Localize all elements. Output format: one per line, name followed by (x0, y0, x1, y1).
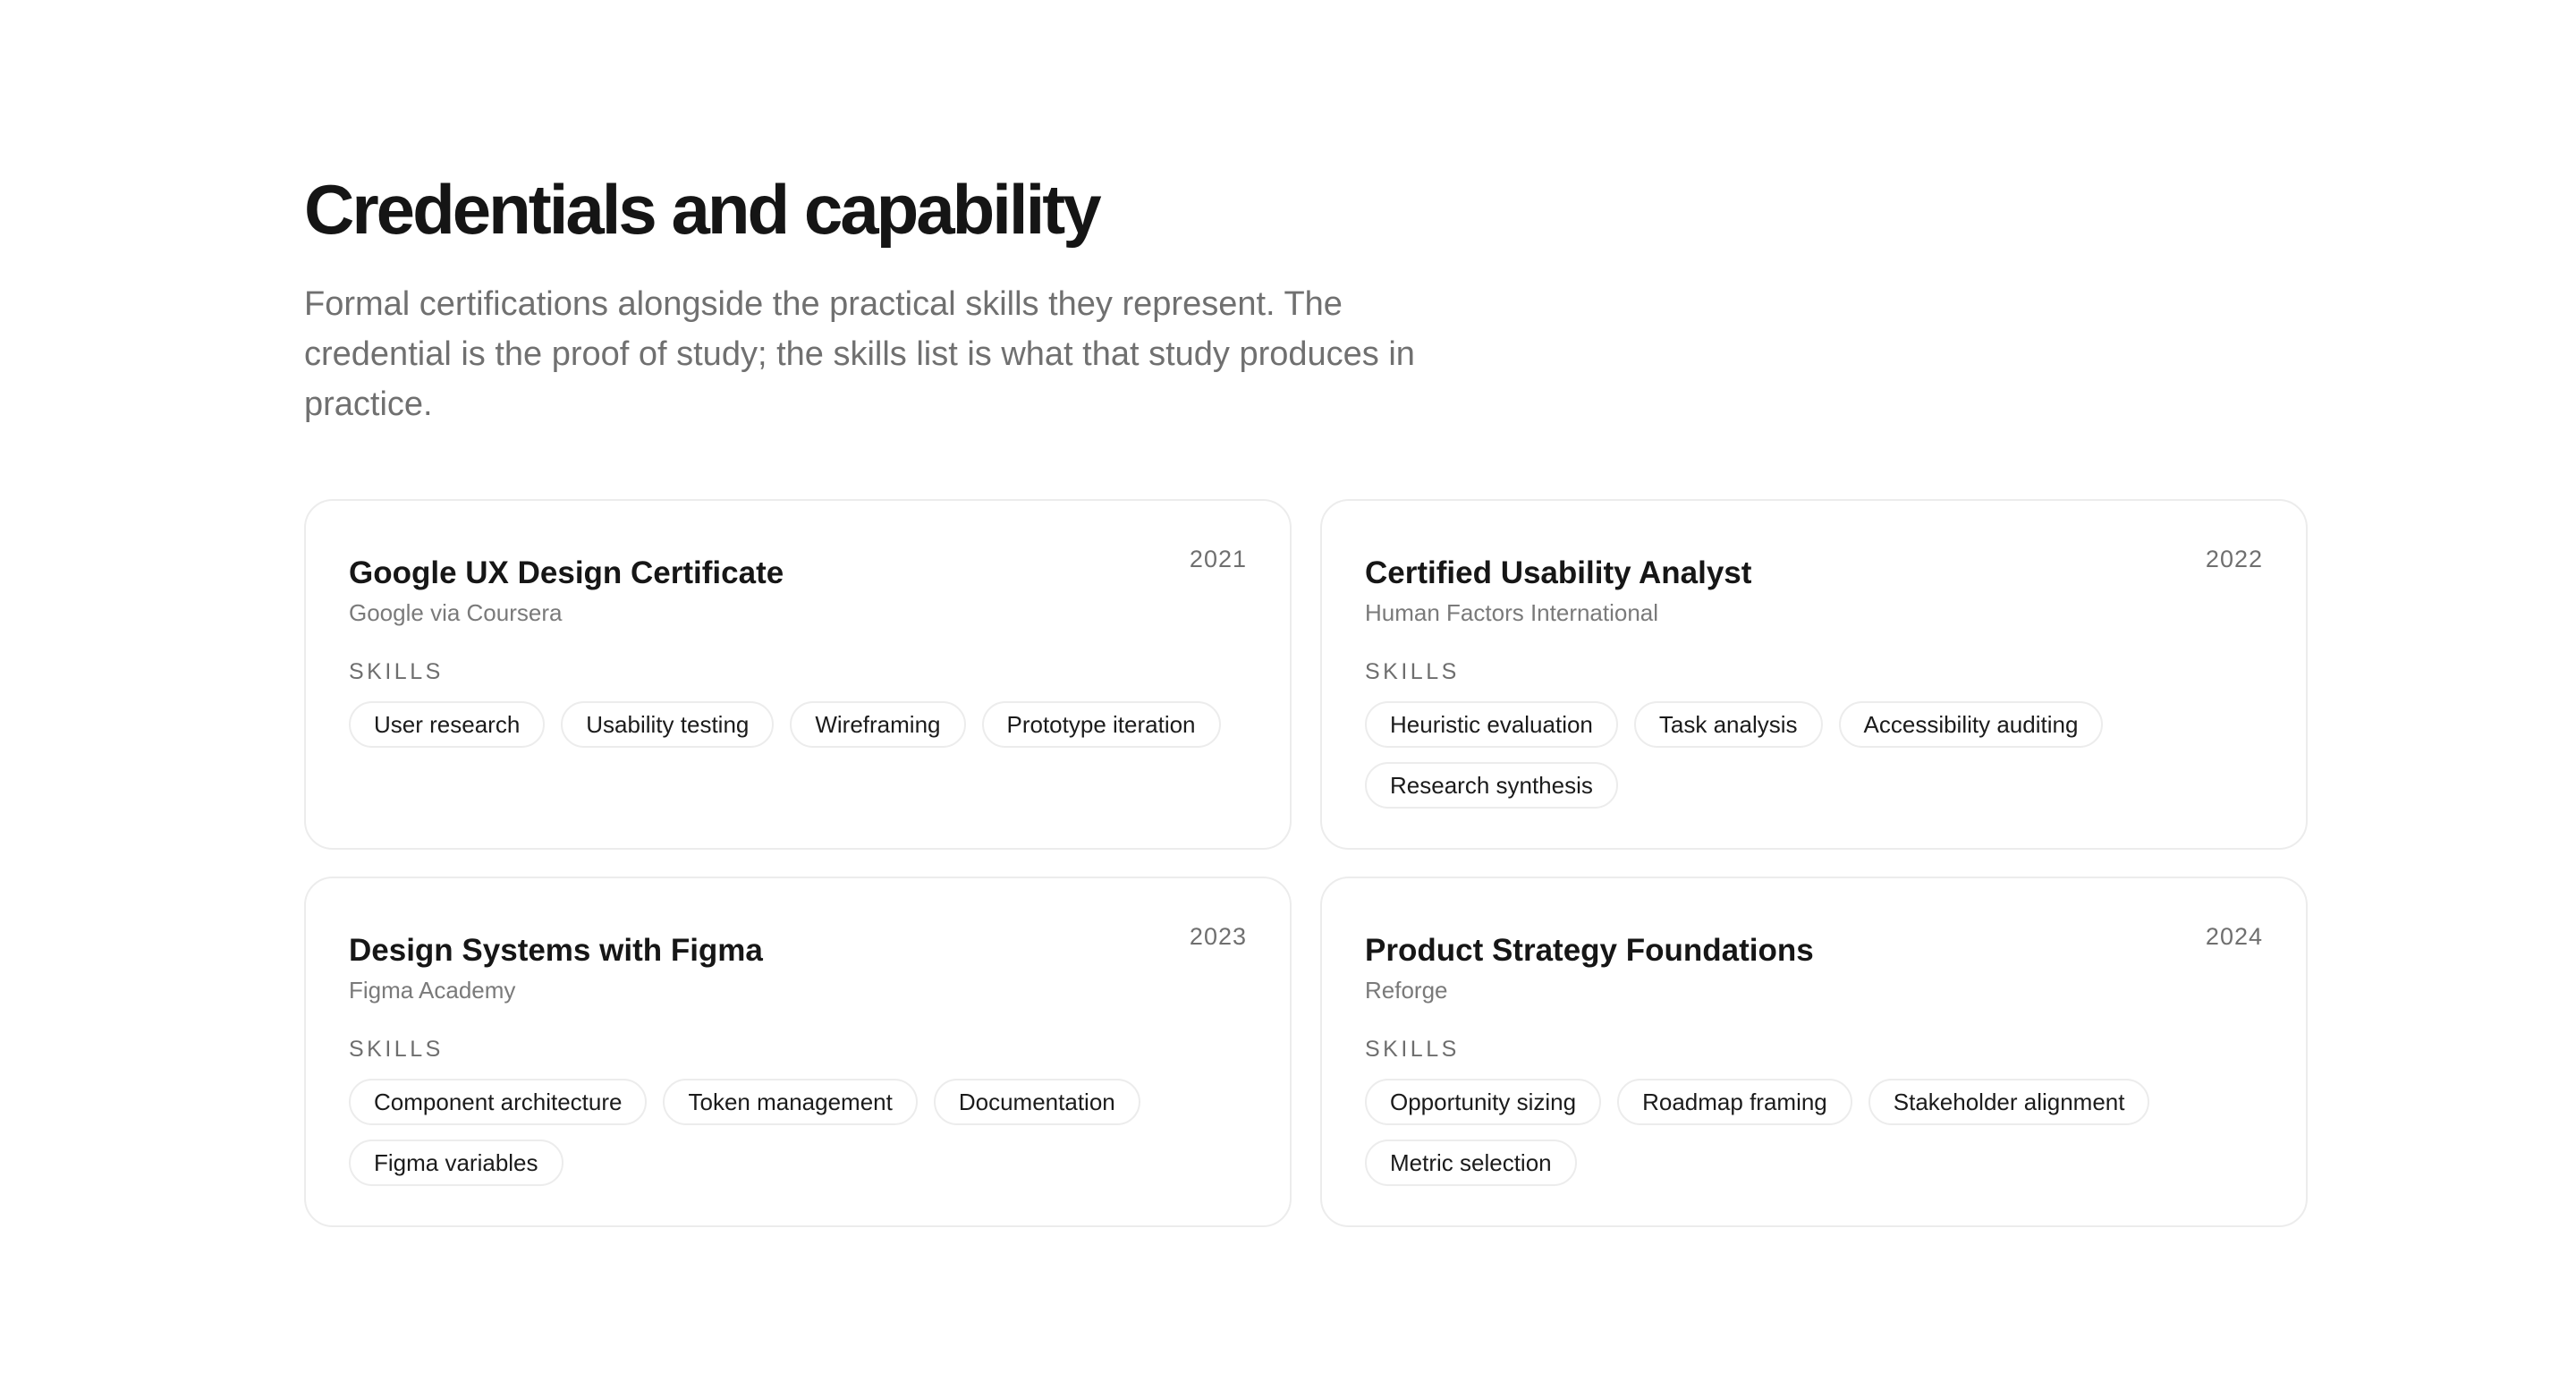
credential-card: 2021 Google UX Design Certificate Google… (304, 499, 1292, 850)
skill-chip: Prototype iteration (981, 701, 1221, 748)
skill-chip: Heuristic evaluation (1365, 701, 1618, 748)
credential-issuer: Reforge (1365, 977, 1448, 1004)
credential-title: Certified Usability Analyst (1365, 555, 1752, 590)
skills-label: SKILLS (1365, 1037, 1460, 1062)
credential-year: 2023 (1189, 923, 1247, 950)
section-description: Formal certifications alongside the prac… (304, 285, 1415, 423)
skills-label: SKILLS (349, 1037, 444, 1062)
credential-year: 2024 (2205, 923, 2263, 950)
credential-issuer: Figma Academy (349, 977, 516, 1004)
credential-year: 2022 (2205, 546, 2263, 572)
credential-year: 2021 (1189, 546, 1247, 572)
skill-chip: Wireframing (790, 701, 966, 748)
skills-list: Opportunity sizing Roadmap framing Stake… (1365, 1079, 2268, 1186)
skill-chip: Roadmap framing (1617, 1079, 1852, 1125)
skill-chip: Opportunity sizing (1365, 1079, 1602, 1125)
credential-card: 2023 Design Systems with Figma Figma Aca… (304, 877, 1292, 1227)
skill-chip: Metric selection (1365, 1140, 1577, 1186)
credential-card: 2024 Product Strategy Foundations Reforg… (1320, 877, 2308, 1227)
skills-list: Heuristic evaluation Task analysis Acces… (1365, 701, 2268, 809)
page-title: Credentials and capability (304, 170, 1102, 249)
skill-chip: Component architecture (349, 1079, 648, 1125)
credential-title: Product Strategy Foundations (1365, 933, 1814, 968)
skill-chip: Accessibility auditing (1838, 701, 2104, 748)
skill-chip: Task analysis (1633, 701, 1823, 748)
credential-title: Google UX Design Certificate (349, 555, 784, 590)
credentials-grid: 2021 Google UX Design Certificate Google… (304, 499, 2308, 1227)
skills-label: SKILLS (349, 659, 444, 684)
skill-chip: Token management (663, 1079, 918, 1125)
skill-chip: Usability testing (561, 701, 775, 748)
skill-chip: Stakeholder alignment (1868, 1079, 2150, 1125)
credential-issuer: Human Factors International (1365, 599, 1659, 626)
skills-list: Component architecture Token management … (349, 1079, 1252, 1186)
credential-card: 2022 Certified Usability Analyst Human F… (1320, 499, 2308, 850)
credential-title: Design Systems with Figma (349, 933, 763, 968)
credentials-section: Credentials and capability Formal certif… (304, 170, 2308, 1227)
skill-chip: Research synthesis (1365, 762, 1618, 809)
credential-issuer: Google via Coursera (349, 599, 563, 626)
skill-chip: User research (349, 701, 546, 748)
skill-chip: Figma variables (349, 1140, 564, 1186)
skills-list: User research Usability testing Wirefram… (349, 701, 1252, 748)
skill-chip: Documentation (933, 1079, 1140, 1125)
skills-label: SKILLS (1365, 659, 1460, 684)
